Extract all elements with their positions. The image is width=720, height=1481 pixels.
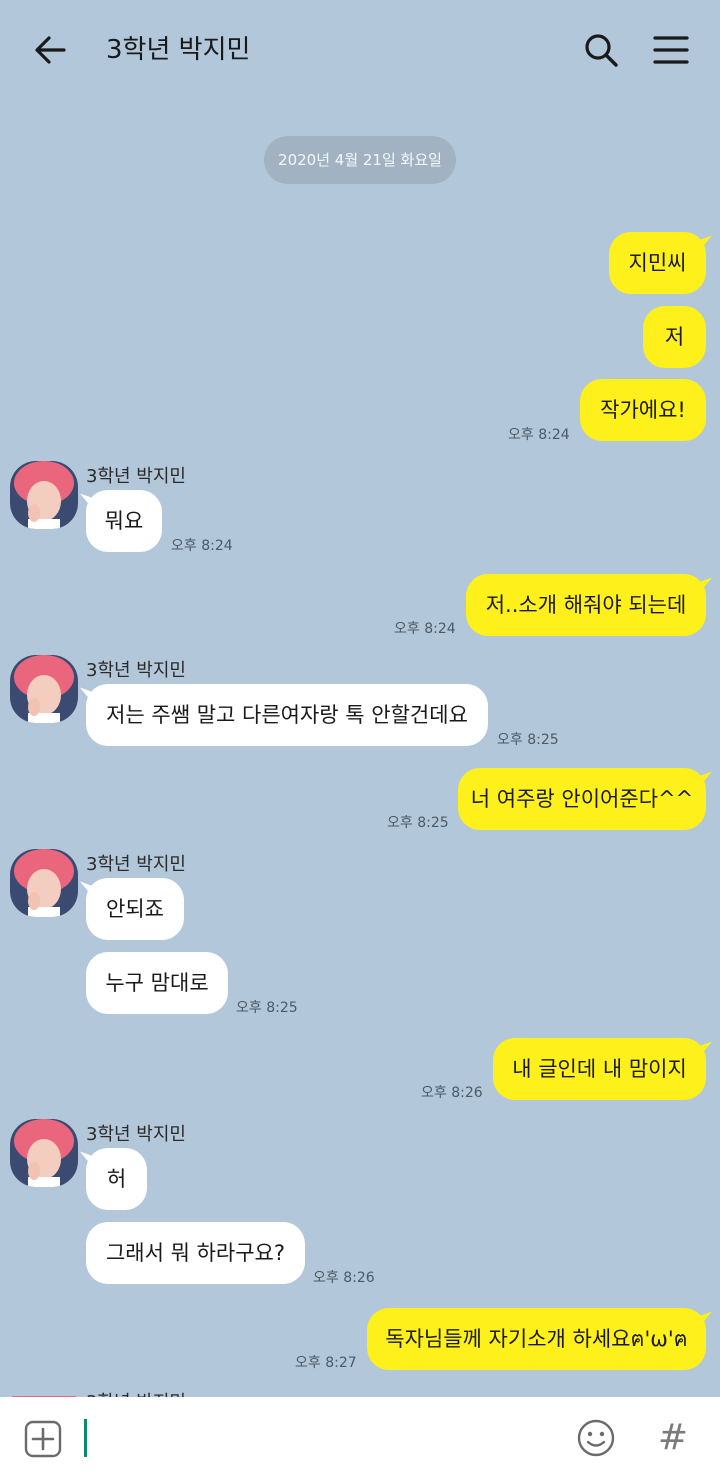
plus-square-icon [24,1420,62,1458]
hashtag-button[interactable]: # [653,1415,693,1461]
text-caret [84,1419,87,1457]
message-bubble-theirs[interactable]: 그래서 뭐 하라구요? [86,1222,305,1284]
message-bubble-theirs[interactable]: 누구 맘대로 [86,952,228,1014]
message-bubble-theirs[interactable]: 허 [86,1148,147,1210]
message-time: 오후 8:24 [508,427,570,443]
sender-name: 3학년 박지민 [86,1124,186,1145]
message-bubble-mine[interactable]: 저 [643,306,706,368]
message-time: 오후 8:25 [387,815,449,831]
sender-name: 3학년 박지민 [86,466,186,487]
profile-photo [10,461,78,529]
message-time: 오후 8:27 [295,1355,357,1371]
message-time: 오후 8:24 [394,621,456,637]
avatar[interactable] [10,849,78,917]
message-time: 오후 8:25 [497,732,559,748]
chat-title: 3학년 박지민 [106,35,251,65]
sender-name: 3학년 박지민 [86,660,186,681]
avatar[interactable] [10,1389,78,1397]
back-button[interactable] [30,30,70,70]
message-time: 오후 8:24 [171,538,233,554]
message-input-bar: # [0,1397,720,1481]
menu-button[interactable] [651,30,691,70]
chat-header: 3학년 박지민 [0,0,720,100]
arrow-left-icon [35,36,66,64]
message-time: 오후 8:26 [421,1085,483,1101]
hamburger-menu-icon [653,36,689,64]
emoji-button[interactable] [576,1418,616,1458]
message-bubble-mine[interactable]: 내 글인데 내 맘이지 [493,1038,706,1100]
message-bubble-theirs[interactable]: 저는 주쌤 말고 다른여자랑 톡 안할건데요 [86,684,488,746]
add-attachment-button[interactable] [24,1420,62,1458]
avatar[interactable] [10,461,78,529]
message-bubble-theirs[interactable]: 뭐요 [86,490,162,552]
avatar[interactable] [10,1119,78,1187]
search-button[interactable] [581,30,621,70]
sender-name: 3학년 박지민 [86,854,186,875]
message-bubble-mine[interactable]: 독자님들께 자기소개 하세요ฅ'ω'ฅ [367,1308,706,1370]
search-icon [585,34,618,67]
sender-name: 3학년 박지민 [86,1388,186,1397]
profile-photo [10,849,78,917]
date-divider: 2020년 4월 21일 화요일 [264,136,456,184]
smiley-icon [577,1419,615,1457]
message-bubble-mine[interactable]: 너 여주랑 안이어준다^^ [458,768,706,830]
message-bubble-theirs[interactable]: 안되죠 [86,878,184,940]
message-bubble-mine[interactable]: 작가에요! [580,379,706,441]
message-bubble-mine[interactable]: 저..소개 해줘야 되는데 [466,574,706,636]
avatar[interactable] [10,655,78,723]
message-bubble-mine[interactable]: 지민씨 [609,232,706,294]
message-input[interactable] [82,1417,564,1461]
message-time: 오후 8:26 [313,1270,375,1286]
message-time: 오후 8:25 [236,1000,298,1016]
profile-photo [10,1119,78,1187]
profile-photo [10,655,78,723]
